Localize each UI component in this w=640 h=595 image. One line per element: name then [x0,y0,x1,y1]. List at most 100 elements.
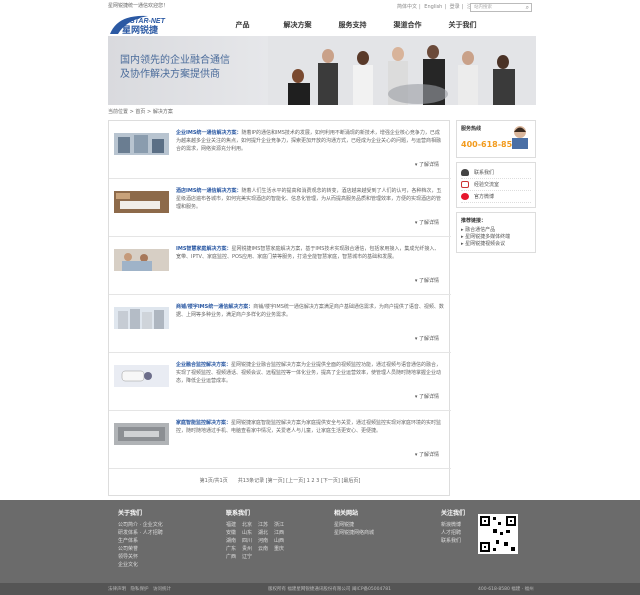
footer-bottom: 法律声明 隐私保护 访问统计 版权所有 福建星网锐捷通讯股份有限公司 闽ICP备… [0,583,640,595]
item-title[interactable]: 家庭智能监控解决方案： [176,420,231,426]
nav-about[interactable]: 关于我们 [435,20,490,30]
recommended-link[interactable]: ▸ 星网锐捷视频会议 [461,241,531,248]
footer-link[interactable]: 公司荣誉 [118,545,163,553]
breadcrumb-sep: > [129,109,134,115]
footer-link[interactable]: 人才招聘 [441,529,465,537]
footer-about: 关于我们 公司简介 · 企业文化 研发体系 · 人才招聘 生产体系 公司荣誉 领… [118,510,163,569]
hotline-box: 服务热线 400-618-8580 [456,120,536,158]
region-link[interactable]: 辽宁 [242,553,256,561]
sidebar-item-label: 联系我们 [474,170,495,176]
region-link[interactable]: 浙江 [274,521,288,529]
thumb-image [114,191,169,213]
region-link[interactable]: 云南 [258,545,272,553]
thumb-image [114,365,169,387]
footer-related: 相关网站 星网锐捷 星网锐捷网络商城 [334,510,374,537]
item-more-link[interactable]: ▾ 了解详情 [415,393,439,400]
lang-en-link[interactable]: English [424,4,442,10]
footer-link[interactable]: 生产体系 [118,537,163,545]
region-link[interactable]: 四川 [242,537,256,545]
thumb-image [114,307,169,329]
footer-link[interactable]: 领导关怀 [118,553,163,561]
region-link[interactable]: 广西 [226,553,240,561]
item-title[interactable]: 企业融合监控解决方案： [176,362,231,368]
footer-link[interactable]: 星网锐捷网络商城 [334,529,374,537]
sep: | [444,4,447,10]
item-more-link[interactable]: ▾ 了解详情 [415,335,439,342]
list-item: 酒店IMS统一通信解决方案：随着人们生活水平的提高和消费观念的转变，酒店越来越受… [109,179,451,237]
region-link[interactable]: 湖南 [226,537,240,545]
footer-link[interactable]: 公司简介 · 企业文化 [118,521,163,529]
region-link[interactable]: 湖北 [258,529,272,537]
links-title: 推荐链接： [461,218,487,224]
logo[interactable]: STAR-NET 星网锐捷 [108,12,178,36]
item-more-link[interactable]: ▾ 了解详情 [415,277,439,284]
list-item: 企业融合监控解决方案：星网锐捷企业融合监控解决方案为企业提供全面的视频监控功能，… [109,353,451,411]
footer-heading: 关于我们 [118,510,143,517]
link-label: 融合通信产品 [465,227,496,233]
breadcrumb-sep: > [147,109,152,115]
sidebar-item-forum[interactable]: 经验交流室 [461,179,531,191]
sep: | [461,4,464,10]
footer-link[interactable]: 新浪微博 [441,521,465,529]
footer-link[interactable]: 联系我们 [441,537,465,545]
search-icon[interactable]: ⌕ [526,4,529,11]
list-item: 企业IMS统一通信解决方案：随着IP的通信和IMS技术的发展，如何利用不断涌现的… [109,121,451,179]
welcome-text: 星网锐捷统一通信欢迎您！ [108,3,169,9]
lang-cn-link[interactable]: 简体中文 [397,4,417,10]
pagination[interactable]: 第1页/共1页 共13条记录 [第一页] [上一页] 1 2 3 [下一页] [… [109,477,451,484]
region-link[interactable]: 山西 [274,537,288,545]
item-title[interactable]: 商铺/楼宇IMS统一通信解决方案： [176,304,253,310]
more-label: 了解详情 [418,278,439,284]
footer-legal-links[interactable]: 法律声明 隐私保护 访问统计 [108,586,171,592]
thumb-image [114,423,169,445]
region-link[interactable]: 福建 [226,521,240,529]
logo-icon: STAR-NET 星网锐捷 [110,15,166,36]
login-link[interactable]: 登录 [450,4,460,10]
sidebar-item-weibo[interactable]: 官方微博 [461,191,531,203]
breadcrumb: 当前位置 > 首页 > 解决方案 [108,108,173,115]
region-link[interactable]: 河南 [258,537,272,545]
more-label: 了解详情 [418,394,439,400]
breadcrumb-home[interactable]: 首页 [135,109,145,115]
item-more-link[interactable]: ▾ 了解详情 [415,161,439,168]
region-link[interactable]: 江西 [274,529,288,537]
region-link[interactable]: 北京 [242,521,256,529]
region-link[interactable]: 贵州 [242,545,256,553]
list-item: IMS智慧家庭解决方案：星网锐捷IMS智慧家庭解决方案，基于IMS技术实现融合通… [109,237,451,295]
more-label: 了解详情 [418,336,439,342]
item-title[interactable]: 酒店IMS统一通信解决方案： [176,188,241,194]
top-bar: 星网锐捷统一通信欢迎您！ 简体中文| English| 登录| 注册| 留言 站… [0,0,640,12]
region-link[interactable]: 山东 [242,529,256,537]
search-input[interactable]: 站内搜索 ⌕ [470,3,532,12]
breadcrumb-current: 解决方案 [152,109,173,115]
item-more-link[interactable]: ▾ 了解详情 [415,451,439,458]
region-link[interactable]: 安徽 [226,529,240,537]
footer-copyright: 版权所有 福建星网锐捷通讯股份有限公司 闽ICP备05004781 [268,587,391,592]
banner-slogan: 国内领先的企业融合通信 及协作解决方案提供商 [120,54,230,82]
nav-products[interactable]: 产品 [215,20,270,30]
chat-icon [461,181,469,188]
footer-heading: 关注我们 [441,510,466,517]
recommended-link[interactable]: ▸ 融合通信产品 [461,227,531,234]
breadcrumb-prefix: 当前位置 [108,109,129,115]
search-placeholder: 站内搜索 [474,5,492,10]
nav-support[interactable]: 服务支持 [325,20,380,30]
item-title[interactable]: 企业IMS统一通信解决方案： [176,130,241,136]
header: STAR-NET 星网锐捷 产品 解决方案 服务支持 渠道合作 关于我们 [0,12,640,36]
sidebar-item-contact[interactable]: 联系我们 [461,167,531,179]
footer-link[interactable]: 星网锐捷 [334,521,374,529]
footer-link[interactable]: 企业文化 [118,561,163,569]
footer-link[interactable]: 研发体系 · 人才招聘 [118,529,163,537]
item-title[interactable]: IMS智慧家庭解决方案： [176,246,231,252]
hotline-label: 服务热线 [461,126,482,132]
nav-channel[interactable]: 渠道合作 [380,20,435,30]
region-link[interactable]: 江苏 [258,521,272,529]
recommended-link[interactable]: ▸ 星网锐捷多媒体终端 [461,234,531,241]
nav-solutions[interactable]: 解决方案 [270,20,325,30]
list-item: 商铺/楼宇IMS统一通信解决方案：商铺/楼宇IMS统一通信解决方案满足商户基础通… [109,295,451,353]
item-more-link[interactable]: ▾ 了解详情 [415,219,439,226]
support-agent-image [512,126,528,149]
region-link[interactable]: 重庆 [274,545,288,553]
region-link[interactable]: 广东 [226,545,240,553]
list-item: 家庭智能监控解决方案：星网锐捷家庭智能监控解决方案为家庭提供安全与关爱，通过视频… [109,411,451,469]
